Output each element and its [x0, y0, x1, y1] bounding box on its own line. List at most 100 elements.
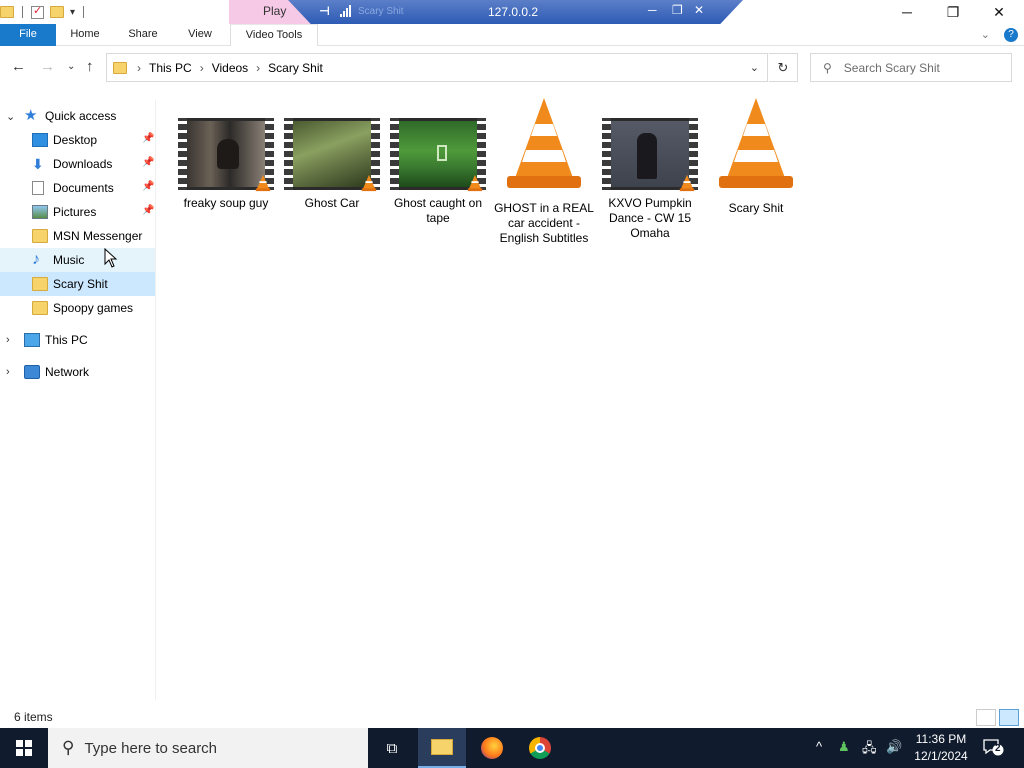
file-item[interactable]: Ghost caught on tape	[386, 96, 490, 226]
address-bar[interactable]: › This PC › Videos › Scary Shit ⌄	[106, 53, 768, 82]
breadcrumb-separator-icon[interactable]: ›	[137, 61, 141, 75]
nav-item-documents[interactable]: Documents 📌	[0, 176, 156, 200]
start-button[interactable]	[0, 728, 48, 768]
taskbar: ⚲ Type here to search ⧉ ^ ♟ 🖧 🔊 11:36 PM…	[0, 728, 1024, 768]
film-strip	[178, 118, 187, 190]
nav-label: Pictures	[53, 205, 97, 219]
vlc-cone-icon	[361, 174, 377, 192]
collapse-chevron-icon[interactable]: ⌄	[6, 110, 15, 123]
film-strip	[284, 118, 293, 190]
nav-label: Documents	[53, 181, 114, 195]
file-item[interactable]: freaky soup guy	[174, 96, 278, 211]
taskbar-search-box[interactable]: ⚲ Type here to search	[48, 728, 368, 768]
user-status-icon[interactable]: ♟	[838, 739, 850, 755]
system-clock[interactable]: 11:36 PM 12/1/2024	[908, 731, 974, 765]
task-view-icon: ⧉	[386, 739, 398, 757]
up-arrow-icon[interactable]: ↑	[86, 58, 94, 75]
breadcrumb-this-pc[interactable]: This PC	[149, 61, 192, 75]
video-thumbnail	[178, 118, 274, 192]
remote-minimize-button[interactable]: ─	[648, 3, 657, 17]
connection-signal-icon[interactable]	[340, 5, 351, 17]
help-icon[interactable]: ?	[1004, 28, 1018, 42]
action-center-button[interactable]: 2	[982, 738, 1004, 756]
pin-icon[interactable]: ⊣	[319, 4, 330, 18]
tab-file[interactable]: File	[0, 24, 56, 46]
vlc-cone-icon	[255, 174, 271, 192]
tab-home[interactable]: Home	[60, 24, 110, 46]
remote-restore-button[interactable]: ❐	[672, 3, 683, 17]
folder-icon	[32, 301, 48, 315]
vlc-cone-icon	[507, 98, 581, 188]
folder-icon	[32, 229, 48, 243]
vlc-cone-icon	[679, 174, 695, 192]
nav-network[interactable]: › Network	[0, 360, 156, 384]
file-item[interactable]: KXVO Pumpkin Dance - CW 15 Omaha	[598, 96, 702, 241]
file-explorer-taskbar-button[interactable]	[418, 728, 466, 768]
breadcrumb-separator-icon[interactable]: ›	[256, 61, 260, 75]
nav-label: Music	[53, 253, 85, 267]
task-view-button[interactable]: ⧉	[368, 728, 416, 768]
nav-item-pictures[interactable]: Pictures 📌	[0, 200, 156, 224]
volume-icon[interactable]: 🔊	[886, 739, 902, 755]
details-view-button[interactable]	[976, 709, 996, 726]
file-name: Scary Shit	[728, 201, 784, 215]
search-placeholder: Search Scary Shit	[843, 60, 940, 75]
breadcrumb-scary-shit[interactable]: Scary Shit	[268, 61, 323, 75]
pin-icon: 📌	[142, 133, 155, 144]
file-item[interactable]: GHOST in a REAL car accident - English S…	[492, 96, 596, 246]
clock-date: 12/1/2024	[914, 749, 968, 763]
file-item[interactable]: Scary Shit	[704, 96, 808, 216]
folder-icon	[32, 277, 48, 291]
nav-item-spoopy-games[interactable]: Spoopy games	[0, 296, 156, 320]
nav-label: Spoopy games	[53, 301, 134, 315]
back-arrow-icon[interactable]: ←	[11, 58, 26, 75]
recent-locations-chevron-icon[interactable]: ⌄	[67, 61, 75, 72]
nav-item-scary-shit[interactable]: Scary Shit	[0, 272, 156, 296]
nav-label: Quick access	[45, 109, 117, 123]
search-input[interactable]: ⚲ Search Scary Shit	[810, 53, 1012, 82]
film-strip	[390, 118, 399, 190]
taskbar-search-placeholder: Type here to search	[84, 739, 218, 757]
divider	[83, 6, 85, 18]
large-icons-view-button[interactable]	[999, 709, 1019, 726]
nav-item-music[interactable]: ♪ Music	[0, 248, 156, 272]
network-tray-icon[interactable]: 🖧	[862, 739, 877, 761]
tab-view[interactable]: View	[175, 24, 225, 46]
firefox-taskbar-button[interactable]	[468, 728, 516, 768]
forward-arrow-icon[interactable]: →	[40, 58, 55, 75]
refresh-button[interactable]: ↻	[769, 53, 798, 82]
file-name: GHOST in a REAL car accident - English S…	[494, 201, 594, 245]
video-thumbnail	[284, 118, 380, 192]
nav-quick-access[interactable]: ⌄ ★ Quick access	[0, 104, 156, 128]
close-button[interactable]: ✕	[976, 0, 1022, 24]
download-icon: ⬇	[32, 156, 44, 172]
expand-chevron-icon[interactable]: ›	[6, 366, 10, 378]
remote-close-button[interactable]: ✕	[694, 3, 704, 17]
nav-item-msn-messenger[interactable]: MSN Messenger	[0, 224, 156, 248]
nav-this-pc[interactable]: › This PC	[0, 328, 156, 352]
nav-label: Network	[45, 365, 90, 379]
customize-toolbar-chevron-icon[interactable]: ▾	[70, 7, 75, 18]
computer-icon	[24, 333, 40, 347]
minimize-button[interactable]: ─	[884, 0, 930, 24]
new-folder-icon[interactable]	[50, 6, 64, 18]
music-note-icon: ♪	[32, 251, 40, 268]
nav-label: Desktop	[53, 133, 98, 147]
expand-chevron-icon[interactable]: ›	[6, 334, 10, 346]
address-row: ← → ⌄ ↑ › This PC › Videos › Scary Shit …	[0, 50, 1024, 84]
breadcrumb-videos[interactable]: Videos	[212, 61, 248, 75]
properties-icon[interactable]	[31, 4, 44, 19]
address-dropdown-icon[interactable]: ⌄	[750, 61, 759, 74]
nav-item-desktop[interactable]: Desktop 📌	[0, 128, 156, 152]
expand-ribbon-chevron-icon[interactable]: ⌄	[981, 28, 990, 42]
chrome-taskbar-button[interactable]	[516, 728, 564, 768]
show-hidden-icons-chevron-icon[interactable]: ^	[816, 739, 822, 754]
nav-item-downloads[interactable]: ⬇ Downloads 📌	[0, 152, 156, 176]
remote-desktop-bar: ⊣ Scary Shit 127.0.0.2 ─ ❐ ✕	[288, 0, 743, 24]
file-item[interactable]: Ghost Car	[280, 96, 384, 211]
tab-share[interactable]: Share	[118, 24, 168, 46]
tab-video-tools[interactable]: Video Tools	[230, 24, 318, 46]
nav-label: Downloads	[53, 157, 113, 171]
maximize-button[interactable]: ❐	[930, 0, 976, 24]
breadcrumb-separator-icon[interactable]: ›	[200, 61, 204, 75]
